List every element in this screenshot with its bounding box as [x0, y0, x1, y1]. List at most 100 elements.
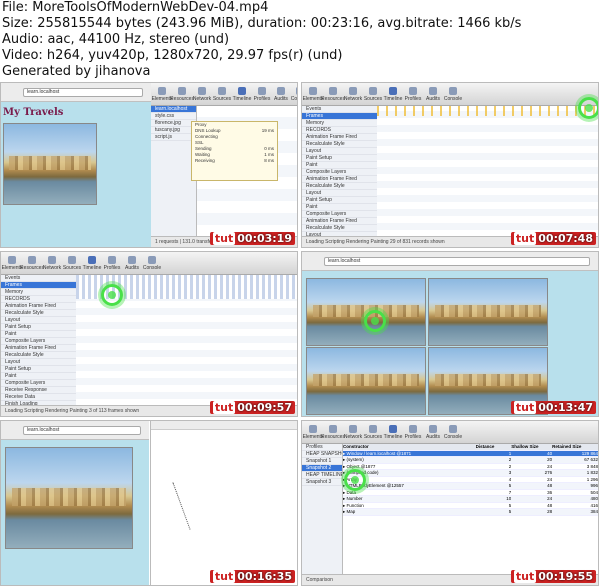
sidebar-item[interactable]: Paint Setup — [302, 155, 377, 162]
tab-audits[interactable]: Audits — [425, 86, 441, 102]
table-cell: 40 — [547, 450, 553, 456]
tab-timeline[interactable]: Timeline — [83, 255, 101, 271]
tab-resources[interactable]: Resources — [321, 424, 345, 440]
tab-label: Audits — [426, 95, 440, 102]
sources-icon — [369, 86, 377, 95]
sidebar-item[interactable]: Composite Layers — [1, 380, 76, 387]
sidebar-item[interactable]: Paint — [302, 204, 377, 211]
sidebar-item[interactable]: RECORDS — [302, 127, 377, 134]
sidebar-item[interactable]: Animation Frame Fired — [1, 345, 76, 352]
sidebar-item[interactable]: learn.localhost — [151, 106, 196, 113]
table-row[interactable]: ▸ Map 5 28 384 — [343, 509, 598, 516]
sidebar-item[interactable]: Layout — [1, 359, 76, 366]
sidebar-item[interactable]: Layout — [1, 317, 76, 324]
audits-icon — [276, 86, 285, 95]
tab-sources[interactable]: Sources — [63, 255, 81, 271]
column-header[interactable]: Shallow Size — [511, 444, 552, 450]
sidebar-item[interactable]: style.css — [151, 113, 196, 120]
page-title: My Travels — [3, 107, 64, 118]
sidebar-item[interactable]: Events — [302, 106, 377, 113]
tab-network[interactable]: Network — [43, 255, 61, 271]
tab-network[interactable]: Network — [193, 86, 211, 102]
tab-resources[interactable]: Resources — [170, 86, 194, 102]
url-field[interactable]: learn.localhost — [23, 426, 141, 435]
table-cell: 20 — [547, 457, 553, 462]
sidebar-item[interactable]: Animation Frame Fired — [302, 176, 377, 183]
sidebar-item[interactable]: Paint Setup — [1, 366, 76, 373]
resources-icon — [329, 86, 337, 95]
tab-profiles[interactable]: Profiles — [254, 86, 270, 102]
column-header[interactable]: Constructor — [343, 444, 476, 450]
sidebar-item[interactable]: Snapshot 3 — [302, 479, 342, 486]
click-indicator — [364, 310, 386, 332]
url-field[interactable]: learn.localhost — [324, 257, 590, 266]
sidebar-item[interactable]: Events — [1, 275, 76, 282]
sidebar-item[interactable]: script.js — [151, 134, 196, 141]
sidebar-item[interactable]: Composite Layers — [1, 338, 76, 345]
sidebar-item[interactable]: Layout — [302, 148, 377, 155]
tab-timeline[interactable]: Timeline — [233, 86, 251, 102]
sidebar-item[interactable]: Recalculate Style — [302, 225, 377, 232]
sidebar-item[interactable]: Receive Response — [1, 387, 76, 394]
column-header[interactable]: Retained Size — [552, 444, 598, 450]
sidebar-item[interactable]: Layout — [302, 190, 377, 197]
sidebar-item[interactable]: Recalculate Style — [302, 183, 377, 190]
elements-icon — [8, 255, 16, 264]
sidebar-item[interactable]: Memory — [1, 289, 76, 296]
sidebar-item[interactable]: Memory — [302, 120, 377, 127]
sidebar-item[interactable]: Paint Setup — [302, 197, 377, 204]
tab-console[interactable]: Console — [444, 86, 462, 102]
tab-console[interactable]: Console — [444, 424, 462, 440]
tab-resources[interactable]: Resources — [321, 86, 345, 102]
sidebar-item[interactable]: Profiles — [302, 444, 342, 451]
sidebar-item[interactable]: Animation Frame Fired — [302, 218, 377, 225]
timestamp-badge: tut 00:07:48 — [510, 232, 596, 245]
sidebar-item[interactable]: Frames — [302, 113, 377, 120]
tab-profiles[interactable]: Profiles — [104, 255, 120, 271]
tab-resources[interactable]: Resources — [20, 255, 44, 271]
sidebar-item[interactable]: Composite Layers — [302, 211, 377, 218]
sidebar-item[interactable]: RECORDS — [1, 296, 76, 303]
tab-elements[interactable]: Elements — [2, 255, 22, 271]
tab-network[interactable]: Network — [344, 424, 362, 440]
sidebar-item[interactable]: Snapshot 1 — [302, 458, 342, 465]
tab-profiles[interactable]: Profiles — [405, 424, 421, 440]
sidebar-item[interactable]: Recalculate Style — [1, 310, 76, 317]
table-cell: 276 — [544, 470, 553, 475]
tab-profiles[interactable]: Profiles — [405, 86, 421, 102]
tab-console[interactable]: Console — [291, 86, 297, 102]
tab-elements[interactable]: Elements — [152, 86, 172, 102]
tab-audits[interactable]: Audits — [274, 86, 288, 102]
sidebar-item[interactable]: Paint Setup — [1, 324, 76, 331]
sidebar-item[interactable]: Composite Layers — [302, 169, 377, 176]
sidebar-item[interactable]: HEAP SNAPSHOTS — [302, 451, 342, 458]
devtools-toolbar: Elements Resources Network Sources Timeline P… — [151, 83, 297, 106]
tab-audits[interactable]: Audits — [124, 255, 140, 271]
tab-elements[interactable]: Elements — [303, 424, 323, 440]
sidebar-item[interactable]: Recalculate Style — [1, 352, 76, 359]
tab-timeline[interactable]: Timeline — [384, 424, 402, 440]
column-header[interactable]: Distance — [476, 444, 512, 450]
sidebar-item[interactable]: Paint — [1, 373, 76, 380]
sidebar-item[interactable]: florence.jpg — [151, 120, 196, 127]
tab-sources[interactable]: Sources — [364, 424, 382, 440]
url-field[interactable]: learn.localhost — [23, 88, 143, 97]
sidebar-item[interactable]: Frames — [1, 282, 76, 289]
sidebar-item[interactable]: Paint — [302, 162, 377, 169]
sidebar-item[interactable]: Recalculate Style — [302, 141, 377, 148]
sidebar-item[interactable]: Animation Frame Fired — [302, 134, 377, 141]
tab-timeline[interactable]: Timeline — [384, 86, 402, 102]
tab-console[interactable]: Console — [143, 255, 161, 271]
tab-audits[interactable]: Audits — [425, 424, 441, 440]
sidebar-item[interactable]: tuscany.jpg — [151, 127, 196, 134]
sidebar-item[interactable]: Animation Frame Fired — [1, 303, 76, 310]
tab-network[interactable]: Network — [344, 86, 362, 102]
tab-elements[interactable]: Elements — [303, 86, 323, 102]
sidebar-item[interactable]: HEAP TIMELINES — [302, 472, 342, 479]
sidebar-item[interactable]: Paint — [1, 331, 76, 338]
sidebar-item[interactable]: Receive Data — [1, 394, 76, 401]
tab-sources[interactable]: Sources — [364, 86, 382, 102]
table-cell: ▸ Data — [343, 489, 357, 495]
tab-sources[interactable]: Sources — [213, 86, 231, 102]
sidebar-item[interactable]: Snapshot 2 — [302, 465, 342, 472]
